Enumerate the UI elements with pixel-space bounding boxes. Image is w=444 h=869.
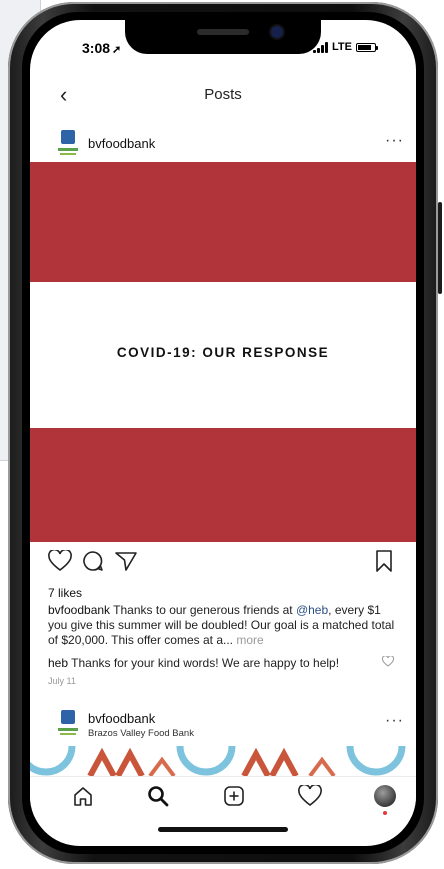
status-time-text: 3:08 (82, 40, 111, 56)
speaker (197, 29, 249, 35)
phone-frame: 3:08 ➚ LTE ‹ Posts bvfoodbank ··· COVID-1… (8, 2, 442, 864)
post-headline: COVID-19: OUR RESPONSE (116, 345, 330, 360)
likes-count[interactable]: 7 likes (48, 586, 82, 600)
location-arrow-icon: ➚ (112, 44, 122, 56)
next-more-options-button[interactable]: ··· (385, 712, 404, 730)
caption-mention[interactable]: @heb (296, 603, 328, 617)
red-band-bottom (30, 428, 416, 542)
caption-username[interactable]: bvfoodbank (48, 603, 110, 617)
next-post-image-preview[interactable] (30, 746, 416, 776)
next-post-username[interactable]: bvfoodbank (88, 711, 155, 726)
post-header: bvfoodbank ··· (30, 124, 416, 164)
comment-username[interactable]: heb (48, 656, 68, 670)
comment-icon[interactable] (81, 550, 105, 572)
notch (125, 20, 321, 54)
side-button (438, 202, 442, 294)
comment-row: heb Thanks for your kind words! We are h… (48, 656, 376, 670)
home-indicator[interactable] (158, 827, 288, 832)
avatar[interactable] (56, 130, 80, 158)
share-icon[interactable] (114, 550, 138, 572)
caption-more-link[interactable]: more (233, 633, 263, 647)
notification-dot (383, 811, 387, 815)
search-icon[interactable] (147, 785, 169, 807)
red-band-top (30, 162, 416, 282)
pattern-art (30, 746, 406, 776)
next-post-location[interactable]: Brazos Valley Food Bank (88, 728, 194, 739)
bottom-tab-bar (30, 776, 416, 817)
profile-avatar[interactable] (374, 785, 396, 807)
battery-icon (356, 42, 378, 52)
more-options-button[interactable]: ··· (385, 132, 404, 150)
page-title: Posts (204, 86, 242, 103)
new-post-icon[interactable] (223, 785, 245, 807)
phone-screen: 3:08 ➚ LTE ‹ Posts bvfoodbank ··· COVID-1… (30, 20, 416, 846)
post-username[interactable]: bvfoodbank (88, 136, 155, 151)
nav-bar: ‹ Posts (30, 78, 416, 118)
save-bookmark-icon[interactable] (374, 550, 394, 572)
comment-like-icon[interactable] (382, 656, 394, 667)
avatar[interactable] (56, 710, 80, 738)
status-time: 3:08 ➚ (82, 40, 121, 56)
carrier-label: LTE (332, 41, 352, 53)
post-date: July 11 (48, 676, 76, 686)
front-camera (271, 26, 283, 38)
next-post-header: bvfoodbank Brazos Valley Food Bank ··· (30, 706, 416, 750)
activity-heart-icon[interactable] (298, 785, 322, 807)
status-indicators: LTE (313, 41, 378, 53)
comment-text: Thanks for your kind words! We are happy… (68, 656, 340, 670)
like-heart-icon[interactable] (48, 550, 72, 572)
post-actions (30, 550, 416, 580)
home-icon[interactable] (72, 785, 94, 807)
caption-text-1: Thanks to our generous friends at (110, 603, 296, 617)
post-image[interactable]: COVID-19: OUR RESPONSE (30, 162, 416, 542)
post-caption: bvfoodbank Thanks to our generous friend… (48, 603, 402, 648)
